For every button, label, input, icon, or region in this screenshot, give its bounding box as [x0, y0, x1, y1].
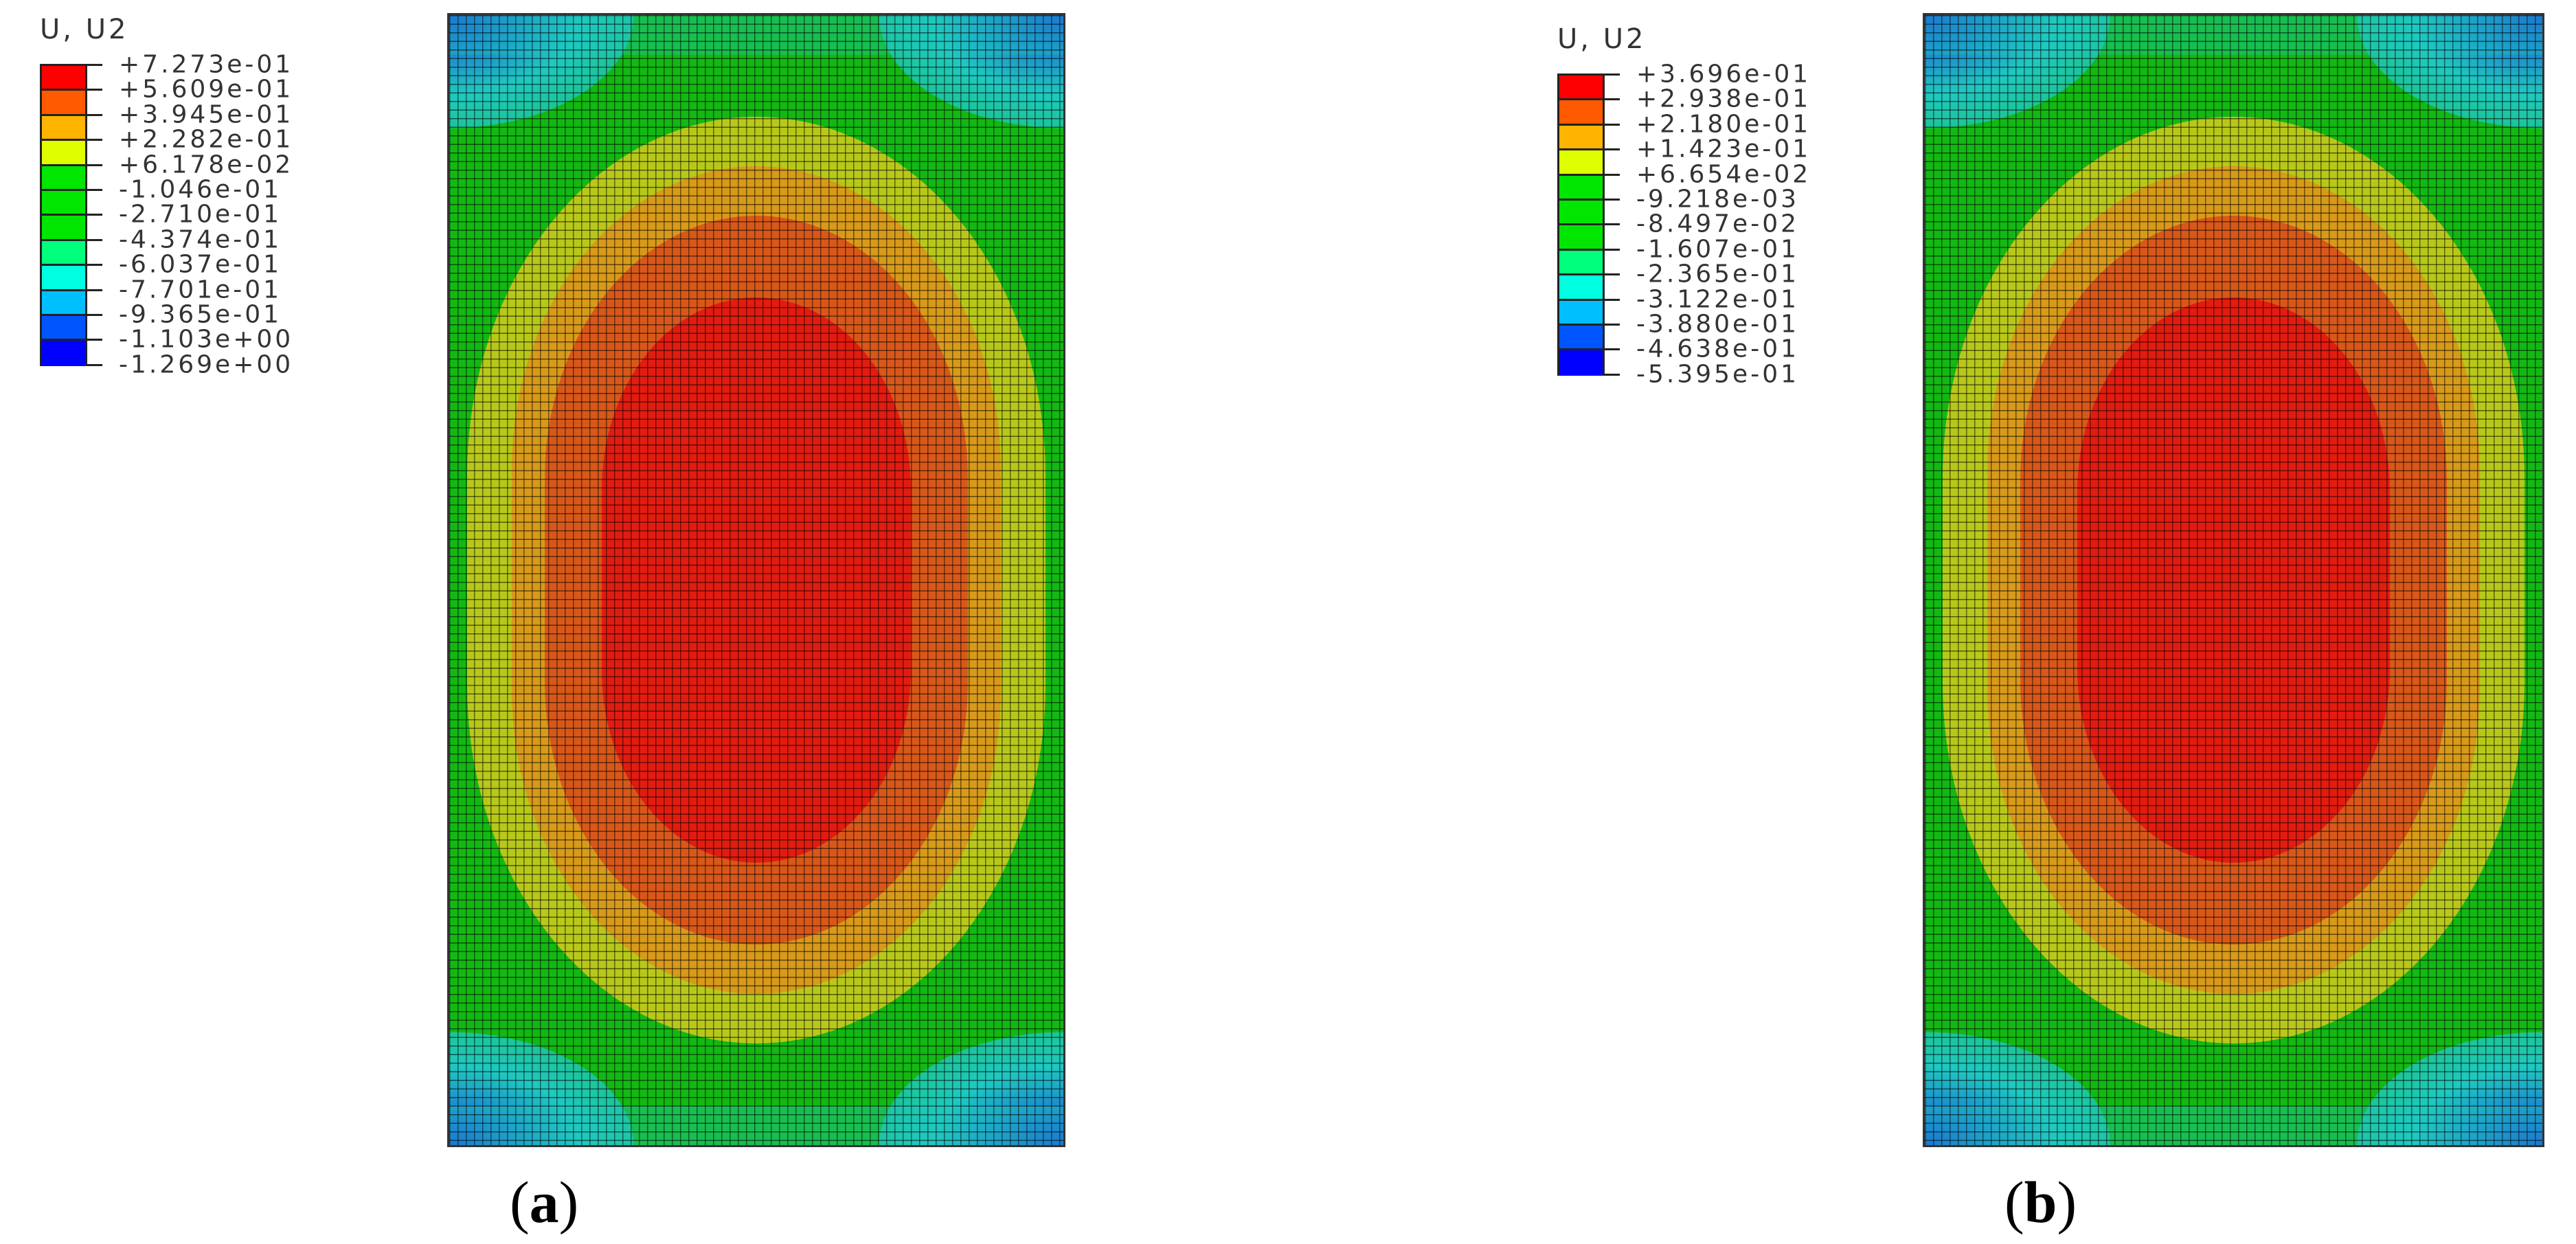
- caption-a: (a): [510, 1169, 579, 1235]
- legend-tick-label: +6.654e-02: [1636, 160, 1811, 189]
- finite-element-mesh: [1925, 15, 2542, 1145]
- legend-tick: [1605, 98, 1620, 101]
- legend-tick-label: -9.218e-03: [1636, 185, 1799, 214]
- legend-tick-label: +6.178e-02: [119, 150, 294, 179]
- legend-tick: [1605, 298, 1620, 301]
- legend-tick: [87, 339, 102, 341]
- legend-tick-label: +1.423e-01: [1636, 135, 1811, 163]
- legend-tick-label: -5.395e-01: [1636, 360, 1799, 389]
- legend-tick-label: +3.696e-01: [1636, 60, 1811, 89]
- legend-swatch: [1559, 100, 1603, 126]
- legend-tick-label: -1.607e-01: [1636, 235, 1799, 264]
- legend-tick-label: -2.710e-01: [119, 200, 282, 229]
- legend-tick: [1605, 123, 1620, 126]
- legend-swatch: [1559, 200, 1603, 226]
- legend-title: U, U2: [1557, 23, 1647, 55]
- legend-tick: [1605, 348, 1620, 351]
- legend-swatch: [1559, 175, 1603, 201]
- legend-tick-label: -1.046e-01: [119, 175, 282, 204]
- legend-tick: [1605, 248, 1620, 251]
- finite-element-mesh: [449, 15, 1063, 1145]
- legend-tick: [87, 64, 102, 66]
- caption-letter: a: [529, 1169, 559, 1235]
- legend-swatch: [42, 266, 85, 291]
- contour-plot: [1923, 13, 2544, 1147]
- legend-swatch: [1559, 300, 1603, 326]
- contour-plot: [447, 13, 1065, 1147]
- legend-tick: [87, 314, 102, 316]
- legend-swatch: [1559, 225, 1603, 251]
- legend-swatch: [42, 166, 85, 191]
- legend-tick: [87, 113, 102, 116]
- legend-swatch: [42, 341, 85, 366]
- legend-tick: [1605, 73, 1620, 76]
- legend-tick-label: -9.365e-01: [119, 300, 282, 329]
- legend-swatch: [42, 240, 85, 267]
- legend-swatch: [42, 91, 85, 116]
- legend-tick: [87, 363, 102, 366]
- legend-tick-label: -2.365e-01: [1636, 260, 1799, 289]
- legend-color-bar: [40, 64, 87, 366]
- legend-swatch: [42, 216, 85, 241]
- legend-color-bar: [1557, 73, 1605, 376]
- legend-swatch: [42, 315, 85, 341]
- legend-tick: [87, 89, 102, 91]
- legend-tick: [87, 139, 102, 142]
- contour-field: [1925, 15, 2542, 1145]
- legend-tick-label: -1.103e+00: [119, 325, 294, 354]
- legend-tick-label: +2.282e-01: [119, 125, 294, 154]
- legend-swatch: [1559, 275, 1603, 301]
- legend-tick: [87, 189, 102, 191]
- legend-tick: [1605, 199, 1620, 201]
- legend-tick-label: -3.122e-01: [1636, 285, 1799, 314]
- contour-field: [449, 15, 1063, 1145]
- legend-swatch: [42, 115, 85, 142]
- legend-tick: [1605, 223, 1620, 226]
- legend-tick: [87, 238, 102, 241]
- legend-tick: [87, 264, 102, 267]
- legend-swatch: [42, 66, 85, 91]
- legend-tick: [1605, 273, 1620, 276]
- legend-tick-label: +7.273e-01: [119, 50, 294, 79]
- legend-tick: [1605, 148, 1620, 151]
- legend-tick: [1605, 373, 1620, 376]
- legend-tick: [87, 163, 102, 166]
- legend-tick: [1605, 173, 1620, 176]
- legend-tick-label: +2.938e-01: [1636, 84, 1811, 113]
- legend-swatch: [42, 190, 85, 216]
- legend-tick-label: -1.269e+00: [119, 350, 294, 379]
- legend-tick-label: -4.374e-01: [119, 225, 282, 254]
- legend-tick-label: -4.638e-01: [1636, 335, 1799, 363]
- caption-b: (b): [2004, 1169, 2077, 1235]
- legend-tick-label: -8.497e-02: [1636, 210, 1799, 238]
- legend-swatch: [1559, 150, 1603, 176]
- legend-tick-label: +5.609e-01: [119, 75, 294, 104]
- legend-tick-label: -3.880e-01: [1636, 310, 1799, 339]
- legend-swatch: [42, 291, 85, 316]
- legend-swatch: [42, 141, 85, 166]
- legend-tick-label: -7.701e-01: [119, 275, 282, 304]
- caption-letter: b: [2024, 1169, 2057, 1235]
- legend-tick-label: +2.180e-01: [1636, 110, 1811, 139]
- legend-tick: [87, 214, 102, 216]
- legend-tick: [87, 289, 102, 291]
- legend-swatch: [1559, 325, 1603, 351]
- legend-tick: [1605, 324, 1620, 326]
- legend-swatch: [1559, 350, 1603, 376]
- legend-title: U, U2: [40, 14, 129, 45]
- legend-tick-label: -6.037e-01: [119, 250, 282, 279]
- legend-swatch: [1559, 125, 1603, 151]
- legend-tick-label: +3.945e-01: [119, 100, 294, 129]
- legend-swatch: [1559, 76, 1603, 101]
- legend-swatch: [1559, 250, 1603, 276]
